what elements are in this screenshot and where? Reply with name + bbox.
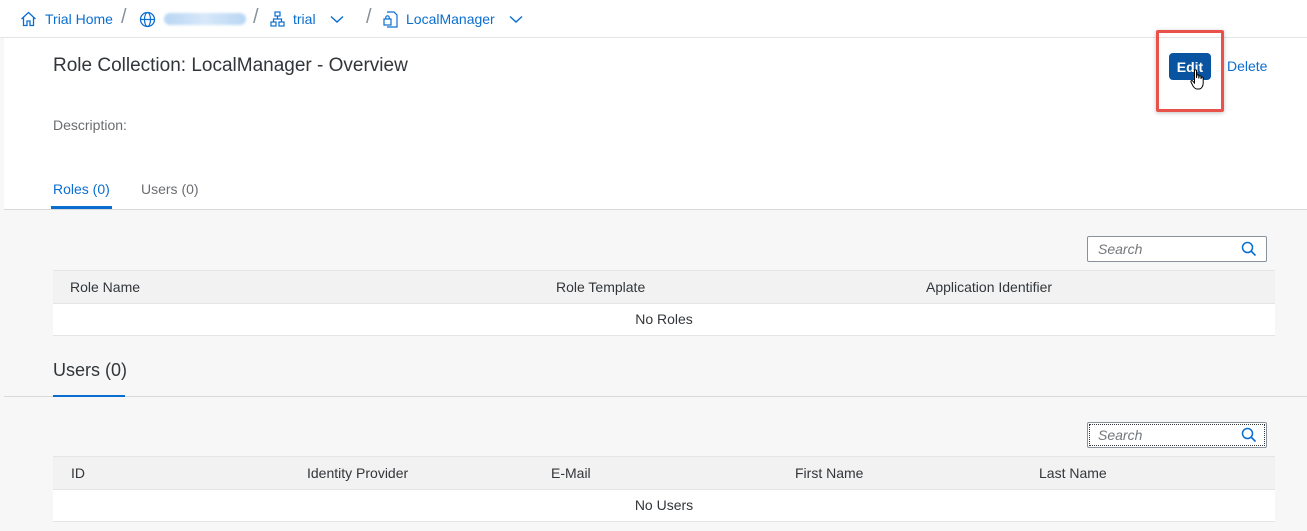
- roles-empty-text: No Roles: [635, 311, 693, 327]
- breadcrumb-separator: /: [366, 6, 372, 28]
- lock-document-icon: [383, 10, 398, 28]
- breadcrumb-current-label[interactable]: LocalManager: [406, 11, 495, 27]
- column-header-identity-provider[interactable]: Identity Provider: [307, 465, 408, 481]
- breadcrumb-subaccount[interactable]: trial: [270, 0, 344, 38]
- users-search-field[interactable]: [1087, 422, 1267, 448]
- tab-users[interactable]: Users (0): [141, 181, 199, 197]
- roles-table-body: No Roles: [53, 304, 1275, 336]
- redacted-account-name: [164, 13, 246, 25]
- column-header-application-identifier[interactable]: Application Identifier: [926, 279, 1052, 295]
- description-label: Description:: [53, 117, 127, 133]
- column-header-id[interactable]: ID: [71, 465, 85, 481]
- page-title: Role Collection: LocalManager - Overview: [53, 55, 408, 76]
- roles-search-input[interactable]: [1088, 237, 1238, 261]
- home-icon: [20, 11, 37, 27]
- breadcrumb-home[interactable]: Trial Home: [20, 0, 113, 38]
- breadcrumb-global-account[interactable]: [139, 0, 246, 38]
- breadcrumb-home-label[interactable]: Trial Home: [45, 11, 113, 27]
- section-divider: [4, 396, 1307, 397]
- hierarchy-icon: [270, 11, 285, 27]
- tab-active-indicator: [51, 206, 112, 209]
- users-section-indicator: [53, 395, 125, 397]
- globe-icon: [139, 11, 156, 28]
- users-table-body: No Users: [53, 490, 1275, 522]
- delete-button[interactable]: Delete: [1227, 58, 1267, 74]
- roles-search-field[interactable]: [1087, 236, 1267, 262]
- column-header-role-template[interactable]: Role Template: [556, 279, 645, 295]
- column-header-first-name[interactable]: First Name: [795, 465, 863, 481]
- breadcrumb-subaccount-label[interactable]: trial: [293, 11, 316, 27]
- users-empty-text: No Users: [634, 497, 694, 513]
- breadcrumb: Trial Home / / trial / LocalManager: [0, 0, 1307, 38]
- breadcrumb-current[interactable]: LocalManager: [383, 0, 523, 38]
- search-icon[interactable]: [1241, 427, 1257, 448]
- column-header-email[interactable]: E-Mail: [551, 465, 591, 481]
- chevron-down-icon[interactable]: [330, 15, 344, 24]
- chevron-down-icon[interactable]: [509, 15, 523, 24]
- tab-roles[interactable]: Roles (0): [53, 181, 110, 197]
- column-header-role-name[interactable]: Role Name: [70, 279, 140, 295]
- users-section-title: Users (0): [53, 360, 128, 380]
- hand-cursor-icon: [1190, 69, 1206, 96]
- roles-table-header: Role Name Role Template Application Iden…: [53, 270, 1275, 304]
- breadcrumb-separator: /: [253, 6, 259, 28]
- column-header-last-name[interactable]: Last Name: [1039, 465, 1107, 481]
- breadcrumb-separator: /: [121, 6, 127, 28]
- users-search-input[interactable]: [1088, 423, 1238, 447]
- object-header: Role Collection: LocalManager - Overview…: [4, 30, 1307, 210]
- users-table-header: ID Identity Provider E-Mail First Name L…: [53, 456, 1275, 490]
- search-icon[interactable]: [1241, 241, 1257, 262]
